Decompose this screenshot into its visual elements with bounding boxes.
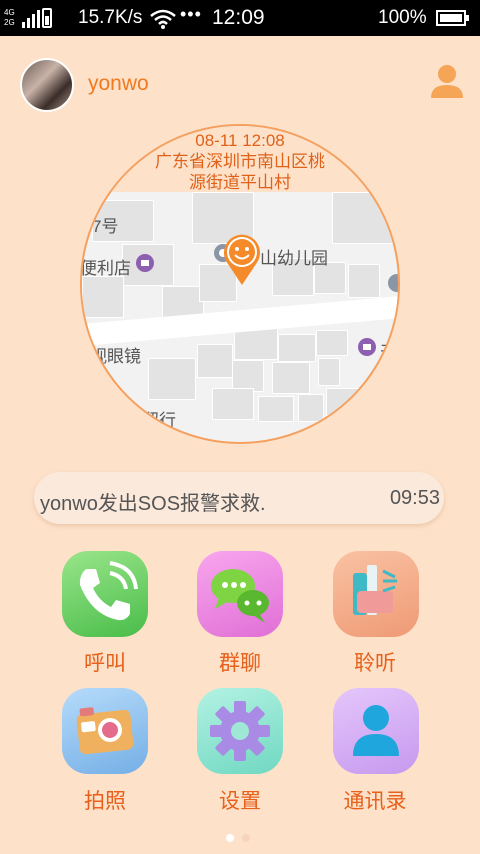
contacts-icon <box>353 705 399 756</box>
battery-icon <box>436 10 469 26</box>
location-info: 08-11 12:08 广东省深圳市南山区桃 源街道平山村 <box>82 126 398 192</box>
map-label: 山幼儿园 <box>260 249 328 268</box>
page-dot[interactable] <box>242 834 250 842</box>
clock: 12:09 <box>212 6 265 29</box>
map-label: 天 <box>380 343 397 362</box>
address-line-1: 广东省深圳市南山区桃 <box>155 152 325 171</box>
address-line-2: 源街道平山村 <box>189 173 291 192</box>
location-map[interactable]: 08-11 12:08 广东省深圳市南山区桃 源街道平山村 7号 便利店 山幼儿… <box>80 124 400 444</box>
page-indicator <box>226 829 258 847</box>
avatar[interactable] <box>20 58 74 112</box>
username: yonwo <box>88 72 149 95</box>
listen-button[interactable] <box>333 551 419 637</box>
map-label: 视眼镜 <box>90 347 141 366</box>
gear-icon <box>210 701 270 761</box>
settings-button[interactable] <box>197 688 283 774</box>
settings-label: 设置 <box>219 790 261 813</box>
call-button[interactable] <box>62 551 148 637</box>
battery-percentage: 100% <box>378 7 427 28</box>
wifi-icon <box>150 9 176 29</box>
profile-icon[interactable] <box>430 64 464 100</box>
network-speed: 15.7K/s <box>78 7 143 28</box>
map-label: 7号 <box>92 217 119 236</box>
more-notifications: ••• <box>180 4 202 24</box>
camera-button[interactable] <box>62 688 148 774</box>
location-pin-icon <box>224 234 260 285</box>
phone-icon <box>79 561 138 621</box>
contacts-button[interactable] <box>333 688 419 774</box>
map-label: 留行 <box>142 411 176 430</box>
sos-alert[interactable]: yonwo发出SOS报警求救. 09:53 <box>34 472 444 524</box>
chat-bubbles-icon <box>211 569 269 623</box>
page-dot-active[interactable] <box>226 834 234 842</box>
network-type: 4G 2G <box>4 8 15 27</box>
contacts-label: 通讯录 <box>343 790 407 813</box>
status-bar: 4G 2G 15.7K/s ••• 12:09 100% <box>0 0 480 36</box>
map-label: 便利店 <box>80 259 131 278</box>
camera-icon <box>76 707 134 755</box>
group-chat-label: 群聊 <box>219 652 261 675</box>
poi-icon <box>388 274 398 292</box>
group-chat-button[interactable] <box>197 551 283 637</box>
shop-poi-icon <box>136 254 154 272</box>
listen-icon <box>353 565 397 615</box>
camera-label: 拍照 <box>84 790 126 813</box>
listen-label: 聆听 <box>354 652 396 675</box>
sos-message: yonwo发出SOS报警求救. <box>40 493 266 515</box>
signal-icon <box>22 8 52 28</box>
sos-time: 09:53 <box>389 487 440 509</box>
location-datetime: 08-11 12:08 <box>195 131 285 150</box>
call-label: 呼叫 <box>84 652 126 675</box>
shop-poi-icon <box>358 338 376 356</box>
header: yonwo <box>0 36 480 126</box>
